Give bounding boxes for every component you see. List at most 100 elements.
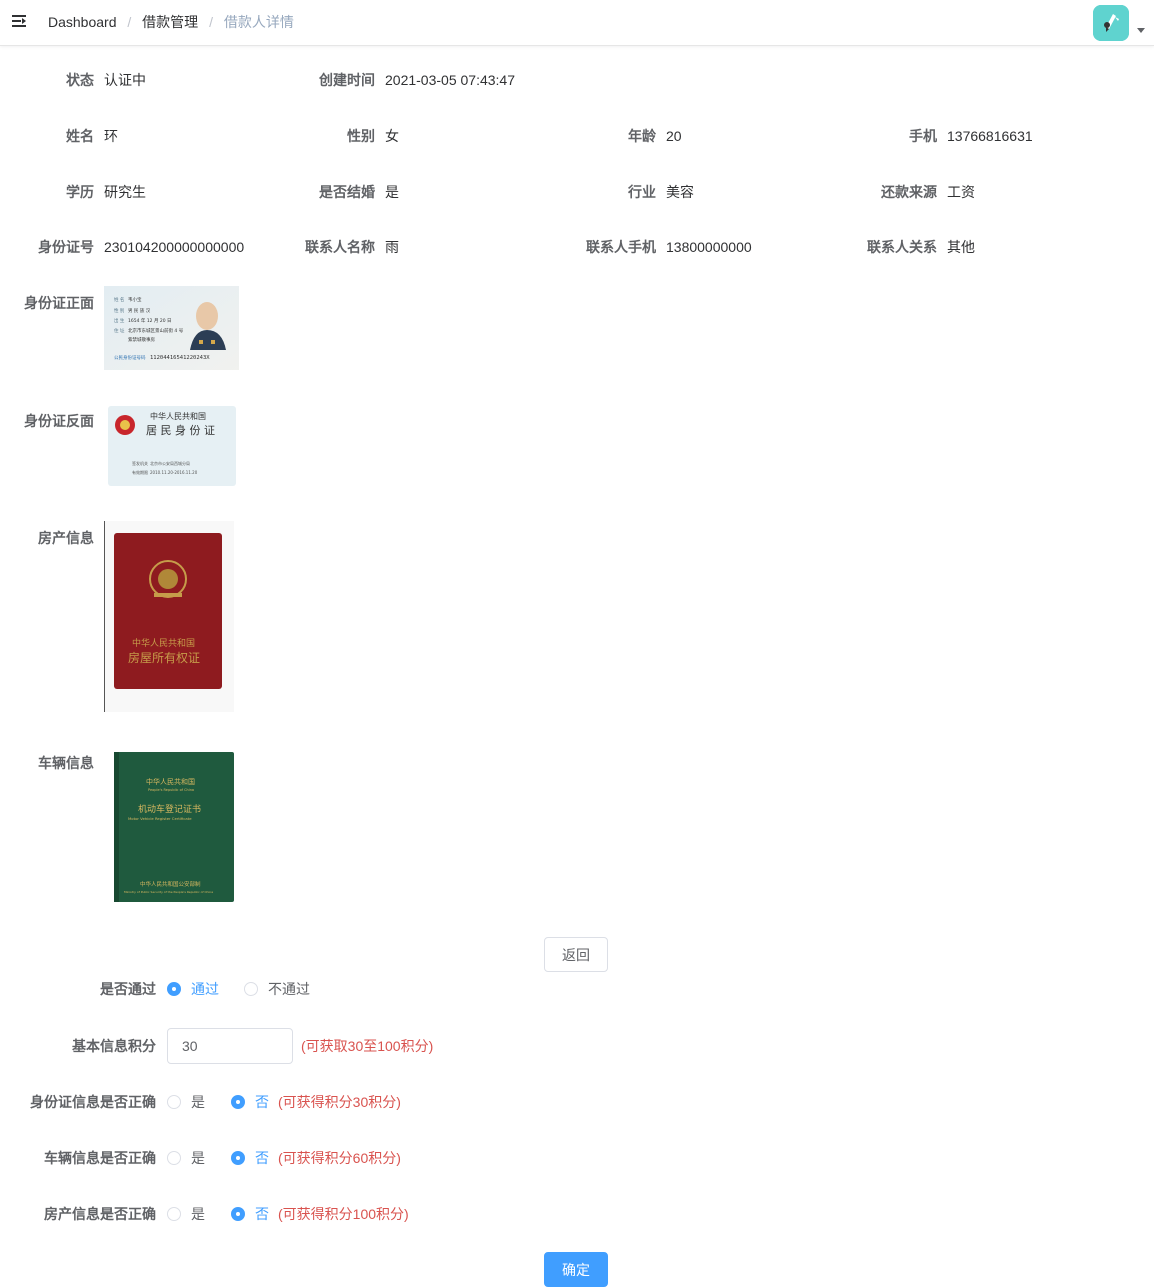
status-label: 状态 <box>66 72 94 88</box>
id-front-address-2: 紫禁城敬事房 <box>128 336 155 343</box>
car-cert-footer-en: Ministry of Public Security of the Peopl… <box>124 890 213 894</box>
phone-label: 手机 <box>909 128 937 144</box>
education-value: 研究生 <box>104 184 146 200</box>
contact-relation-label: 联系人关系 <box>867 239 937 255</box>
car-certificate-image[interactable]: 中华人民共和国 People's Republic of China 机动车登记… <box>112 750 236 904</box>
car-correct-radio-no[interactable]: 否 <box>231 1149 269 1167</box>
basic-score-input[interactable] <box>167 1028 293 1064</box>
car-correct-radio-no-label: 否 <box>255 1150 269 1166</box>
house-correct-label: 房产信息是否正确 <box>44 1206 156 1222</box>
id-front-field-1: 姓 名 <box>114 296 124 303</box>
breadcrumb: Dashboard / 借款管理 / 借款人详情 <box>48 13 294 31</box>
age-label: 年龄 <box>628 128 656 144</box>
pass-label: 是否通过 <box>100 981 156 997</box>
id-front-value-3: 1654 年 12 月 20 日 <box>128 317 172 324</box>
car-cert-line2: 机动车登记证书 <box>138 803 201 815</box>
house-correct-radio-no[interactable]: 否 <box>231 1205 269 1223</box>
id-correct-radio-yes[interactable]: 是 <box>167 1093 205 1111</box>
breadcrumb-current: 借款人详情 <box>223 14 294 30</box>
gender-value: 女 <box>385 128 399 144</box>
car-cert-line1-en: People's Republic of China <box>148 788 194 792</box>
id-front-field-4: 住 址 <box>114 327 125 334</box>
car-correct-hint: (可获得积分60积分) <box>278 1150 401 1166</box>
id-front-field-3: 出 生 <box>114 317 125 324</box>
car-cert-footer: 中华人民共和国公安部制 <box>140 880 201 888</box>
id-card-back-image[interactable]: 中华人民共和国 居 民 身 份 证 签发机关 北京市公安局西城分局 有效期限 2… <box>104 404 239 488</box>
avatar-icon[interactable] <box>1093 5 1129 41</box>
radio-unchecked-icon <box>244 982 258 996</box>
id-correct-radio-yes-label: 是 <box>191 1094 205 1110</box>
contact-phone-label: 联系人手机 <box>586 239 656 255</box>
breadcrumb-separator: / <box>209 14 213 30</box>
pass-radio-yes[interactable]: 通过 <box>167 980 219 998</box>
basic-score-label: 基本信息积分 <box>72 1038 156 1054</box>
id-card-front-image[interactable]: 姓 名 韦小宝 性 别 男 民 族 汉 出 生 1654 年 12 月 20 日… <box>104 286 239 370</box>
car-cert-line1: 中华人民共和国 <box>146 777 195 786</box>
radio-checked-icon <box>231 1095 245 1109</box>
breadcrumb-loan-management[interactable]: 借款管理 <box>142 13 198 31</box>
id-front-number-label: 公民身份证号码 <box>114 354 146 361</box>
radio-unchecked-icon <box>167 1095 181 1109</box>
id-back-valid-label: 有效期限 <box>132 469 148 475</box>
id-correct-radio-no-label: 否 <box>255 1094 269 1110</box>
id-front-label: 身份证正面 <box>24 295 94 311</box>
house-certificate-image[interactable]: 中华人民共和国 房屋所有权证 <box>104 521 234 712</box>
house-correct-radio-yes-label: 是 <box>191 1206 205 1222</box>
married-value: 是 <box>385 184 399 200</box>
house-correct-hint: (可获得积分100积分) <box>278 1206 409 1222</box>
breadcrumb-separator: / <box>127 14 132 30</box>
radio-unchecked-icon <box>167 1207 181 1221</box>
created-value: 2021-03-05 07:43:47 <box>385 72 515 88</box>
name-value: 环 <box>104 128 118 144</box>
phone-value: 13766816631 <box>947 128 1033 144</box>
id-correct-label: 身份证信息是否正确 <box>30 1094 156 1110</box>
industry-value: 美容 <box>666 184 694 200</box>
hamburger-icon[interactable] <box>10 12 28 30</box>
contact-name-label: 联系人名称 <box>305 239 375 255</box>
id-correct-radio-no[interactable]: 否 <box>231 1093 269 1111</box>
id-front-value-1: 韦小宝 <box>128 296 142 303</box>
back-button[interactable]: 返回 <box>544 937 608 972</box>
id-correct-hint: (可获得积分30积分) <box>278 1094 401 1110</box>
house-correct-radio-yes[interactable]: 是 <box>167 1205 205 1223</box>
confirm-button[interactable]: 确定 <box>544 1252 608 1287</box>
created-label: 创建时间 <box>319 72 375 88</box>
house-cert-line1: 中华人民共和国 <box>132 637 195 649</box>
contact-phone-value: 13800000000 <box>666 239 752 255</box>
status-value: 认证中 <box>104 72 146 88</box>
age-value: 20 <box>666 128 682 144</box>
income-value: 工资 <box>947 184 975 200</box>
basic-score-hint: (可获取30至100积分) <box>301 1038 434 1054</box>
breadcrumb-dashboard[interactable]: Dashboard <box>48 13 117 31</box>
car-cert-line2-en: Motor Vehicle Register Certificate <box>128 816 192 821</box>
car-correct-label: 车辆信息是否正确 <box>44 1150 156 1166</box>
house-info-label: 房产信息 <box>38 530 94 546</box>
id-front-field-2: 性 别 <box>114 307 125 314</box>
id-back-label: 身份证反面 <box>24 413 94 429</box>
caret-down-icon[interactable] <box>1137 28 1145 33</box>
id-front-number: 11204416541220243X <box>150 355 210 361</box>
id-front-value-4: 北京市东城区景山前街 4 号 <box>128 327 184 334</box>
name-label: 姓名 <box>66 128 94 144</box>
married-label: 是否结婚 <box>319 184 375 200</box>
car-info-label: 车辆信息 <box>38 755 94 771</box>
industry-label: 行业 <box>628 184 656 200</box>
id-back-line2: 居 民 身 份 证 <box>146 423 215 437</box>
pass-radio-no-label: 不通过 <box>268 981 310 997</box>
contact-name-value: 雨 <box>385 239 399 255</box>
navbar: Dashboard / 借款管理 / 借款人详情 <box>0 0 1154 46</box>
car-correct-radio-yes[interactable]: 是 <box>167 1149 205 1167</box>
pass-radio-yes-label: 通过 <box>191 981 219 997</box>
radio-checked-icon <box>167 982 181 996</box>
id-back-line1: 中华人民共和国 <box>150 411 206 421</box>
radio-checked-icon <box>231 1207 245 1221</box>
house-cert-line2: 房屋所有权证 <box>128 650 200 665</box>
radio-unchecked-icon <box>167 1151 181 1165</box>
income-label: 还款来源 <box>881 184 937 200</box>
car-correct-radio-yes-label: 是 <box>191 1150 205 1166</box>
contact-relation-value: 其他 <box>947 239 975 255</box>
idcard-label: 身份证号 <box>38 239 94 255</box>
pass-radio-no[interactable]: 不通过 <box>244 980 310 998</box>
id-back-issue: 北京市公安局西城分局 <box>150 460 190 466</box>
idcard-value: 230104200000000000 <box>104 239 245 255</box>
